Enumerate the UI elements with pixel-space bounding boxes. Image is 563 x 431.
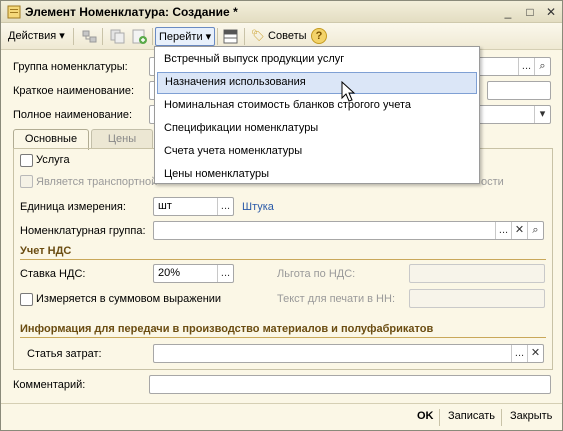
vat-benefit-label: Льгота по НДС:: [277, 268, 356, 280]
menu-item-nominal-cost[interactable]: Номинальная стоимость бланков строгого у…: [157, 95, 477, 117]
copy-icon[interactable]: [109, 28, 126, 45]
actions-label: Действия: [8, 30, 57, 42]
menu-item-specifications[interactable]: Спецификации номенклатуры: [157, 118, 477, 140]
document-window: Элемент Номенклатура: Создание * _ □ ✕ Д…: [0, 0, 563, 431]
footer-separator: [501, 409, 502, 426]
ok-button[interactable]: OK: [417, 410, 434, 422]
toolbar-separator: [102, 28, 103, 45]
unit-label: Единица измерения:: [20, 201, 126, 213]
tips-icon: 🏷: [251, 30, 265, 42]
sum-measure-label: Измеряется в суммовом выражении: [36, 293, 222, 305]
group-label: Группа номенклатуры:: [13, 61, 128, 73]
select-button[interactable]: ...: [495, 222, 511, 239]
transport-checkbox[interactable]: [20, 175, 33, 188]
tab-main[interactable]: Основные: [13, 129, 89, 150]
tips-button[interactable]: 🏷 Советы: [248, 27, 310, 46]
mouse-cursor-icon: [341, 81, 356, 102]
unit-value: шт: [158, 200, 172, 212]
search-icon[interactable]: ⌕: [527, 222, 543, 239]
select-button[interactable]: ...: [217, 265, 233, 282]
menu-item-prices[interactable]: Цены номенклатуры: [157, 164, 477, 186]
goto-menu-button[interactable]: Перейти ▾: [155, 27, 216, 46]
nom-group-label: Номенклатурная группа:: [20, 225, 146, 237]
close-form-button[interactable]: Закрыть: [510, 410, 552, 422]
service-label: Услуга: [36, 154, 70, 166]
hierarchy-icon[interactable]: [81, 28, 98, 45]
tab-prices[interactable]: Цены: [91, 129, 153, 149]
goto-label: Перейти: [159, 31, 203, 43]
code-field[interactable]: [487, 81, 551, 100]
vat-benefit-field[interactable]: [409, 264, 545, 283]
document-icon: [7, 5, 21, 19]
clear-icon[interactable]: ✕: [511, 222, 527, 239]
footer-bar: OK Записать Закрыть: [1, 403, 562, 430]
footer-separator: [439, 409, 440, 426]
vat-rate-field[interactable]: 20% ...: [153, 264, 234, 283]
comment-field[interactable]: [149, 375, 551, 394]
select-button[interactable]: ...: [518, 58, 534, 75]
cost-item-field[interactable]: ... ✕: [153, 344, 544, 363]
short-name-label: Краткое наименование:: [13, 85, 135, 97]
full-name-label: Полное наименование:: [13, 109, 133, 121]
chevron-down-icon: ▾: [205, 31, 212, 43]
menu-item-accounts[interactable]: Счета учета номенклатуры: [157, 141, 477, 163]
section-divider: [20, 259, 546, 260]
search-icon[interactable]: ⌕: [534, 58, 550, 75]
toolbar-separator: [244, 28, 245, 45]
unit-field[interactable]: шт ...: [153, 197, 234, 216]
chevron-down-icon[interactable]: ▾: [534, 106, 550, 123]
menu-item-counter-output[interactable]: Встречный выпуск продукции услуг: [157, 49, 477, 71]
save-button[interactable]: Записать: [448, 410, 495, 422]
vat-rate-value: 20%: [158, 267, 181, 279]
tips-label: Советы: [268, 30, 307, 42]
chevron-down-icon: ▾: [59, 30, 65, 42]
close-button[interactable]: ✕: [544, 5, 558, 19]
minimize-button[interactable]: _: [501, 5, 515, 19]
print-text-label: Текст для печати в НН:: [277, 293, 395, 305]
help-icon: ?: [311, 28, 327, 44]
title-bar[interactable]: Элемент Номенклатура: Создание * _ □ ✕: [1, 1, 562, 23]
clear-icon[interactable]: ✕: [527, 345, 543, 362]
sum-measure-checkbox[interactable]: [20, 293, 33, 306]
service-checkbox[interactable]: [20, 154, 33, 167]
print-text-field[interactable]: [409, 289, 545, 308]
structure-icon[interactable]: [222, 28, 239, 45]
toolbar-separator: [217, 28, 218, 45]
cost-item-label: Статья затрат:: [27, 348, 102, 360]
menu-item-usage-purposes[interactable]: Назначения использования: [157, 72, 477, 94]
help-button[interactable]: ?: [311, 27, 330, 46]
select-button[interactable]: ...: [217, 198, 233, 215]
add-icon[interactable]: [131, 28, 148, 45]
select-button[interactable]: ...: [511, 345, 527, 362]
comment-label: Комментарий:: [13, 379, 86, 391]
window-title: Элемент Номенклатура: Создание *: [25, 5, 238, 19]
actions-menu[interactable]: Действия ▾: [5, 27, 68, 46]
maximize-button[interactable]: □: [523, 5, 537, 19]
vat-rate-label: Ставка НДС:: [20, 268, 86, 280]
goto-dropdown-menu: Встречный выпуск продукции услуг Назначе…: [154, 46, 480, 184]
transport-label-suffix: ости: [481, 176, 504, 188]
unit-link[interactable]: Штука: [242, 201, 274, 213]
toolbar-separator: [73, 28, 74, 45]
production-section-title: Информация для передачи в производство м…: [20, 323, 434, 335]
vat-section-title: Учет НДС: [20, 245, 72, 257]
section-divider: [20, 337, 546, 338]
toolbar-separator: [152, 28, 153, 45]
transport-label: Является транспортной: [36, 176, 158, 188]
nom-group-field[interactable]: ... ✕ ⌕: [153, 221, 544, 240]
